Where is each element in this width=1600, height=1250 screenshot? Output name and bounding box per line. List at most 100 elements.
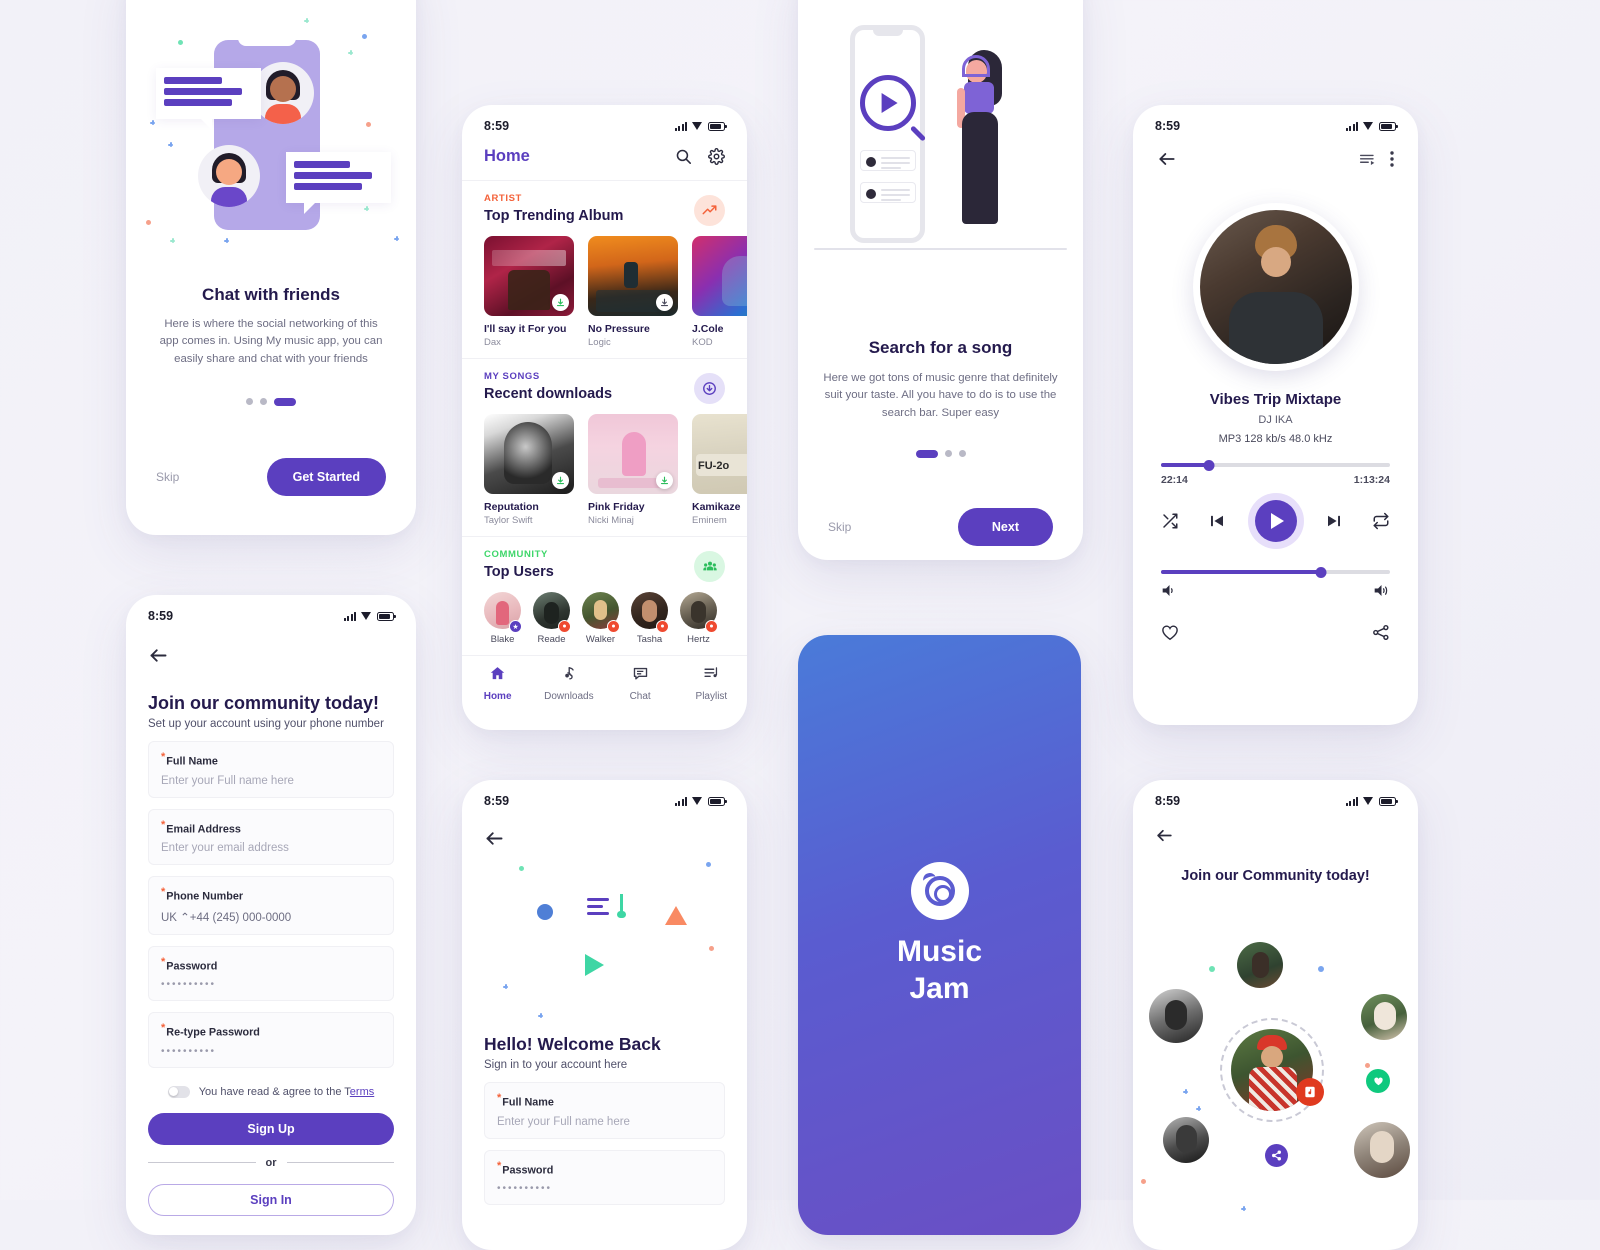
avatar[interactable] [1361,994,1407,1040]
user-name: Walker [585,634,616,645]
user-item[interactable]: ● Walker [582,592,620,645]
shuffle-icon[interactable] [1161,512,1179,530]
album-card[interactable]: I'll say it For you Dax [484,236,574,348]
album-card[interactable]: FU-2o Kamikaze Eminem [692,414,747,526]
tab-chat[interactable]: Chat [605,665,676,702]
heart-badge-icon[interactable] [1366,1069,1390,1093]
next-track-icon[interactable] [1325,512,1343,530]
avatar[interactable] [1354,1122,1410,1178]
download-icon[interactable] [552,472,569,489]
more-vertical-icon[interactable] [1390,151,1394,167]
status-icons [343,611,396,621]
get-started-button[interactable]: Get Started [266,457,386,496]
avatar[interactable] [1163,1117,1209,1163]
download-cloud-icon[interactable] [694,373,725,404]
password-field[interactable]: *Password •••••••••• [484,1149,725,1206]
user-item[interactable]: ● Hertz [680,592,718,645]
full-name-input[interactable]: Enter your Full name here [497,1116,712,1128]
user-item[interactable]: ★ Blake [484,592,522,645]
user-item[interactable]: ● Tasha [631,592,669,645]
user-item[interactable]: ● Reade [533,592,571,645]
back-arrow-icon[interactable] [1157,149,1177,169]
previous-track-icon[interactable] [1208,512,1226,530]
play-button[interactable] [1254,500,1297,542]
email-input[interactable]: Enter your email address [161,842,381,854]
album-artwork[interactable]: FU-2o [692,414,747,494]
heart-icon[interactable] [1161,624,1179,641]
gear-icon[interactable] [708,148,725,165]
album-card[interactable]: Pink Friday Nicki Minaj [588,414,678,526]
decor-sparkle [1183,1089,1188,1094]
field-label: *Full Name [161,751,218,768]
album-artwork[interactable] [588,414,678,494]
phone-input[interactable]: UK ⌃+44 (245) 000-0000 [161,910,381,924]
avatar[interactable] [1149,989,1203,1043]
back-arrow-icon[interactable] [484,828,505,849]
page-dot-1[interactable] [246,398,253,406]
tab-home[interactable]: Home [462,665,533,702]
password-input[interactable]: •••••••••• [497,1183,712,1194]
volume-low-icon[interactable] [1161,583,1178,598]
terms-toggle[interactable] [167,1085,190,1098]
back-arrow-icon[interactable] [148,645,169,666]
skip-button[interactable]: Skip [828,520,851,534]
chat-bubble-left [156,68,261,130]
next-button[interactable]: Next [957,507,1053,546]
top-user-list: ★ Blake ● Reade ● Walker ● Tasha ● Hertz [484,592,725,645]
progress-knob[interactable] [1203,459,1215,471]
share-badge-icon[interactable] [1265,1144,1288,1167]
avatar[interactable] [1237,942,1283,988]
brand-name: Music Jam [896,935,983,1005]
full-name-input[interactable]: Enter your Full name here [161,775,381,787]
page-dot-2[interactable] [260,398,267,406]
album-artwork[interactable] [484,236,574,316]
pagination-dots[interactable] [798,449,1083,458]
album-card[interactable]: No Pressure Logic [588,236,678,348]
album-artwork[interactable] [588,236,678,316]
album-card[interactable]: Reputation Taylor Swift [484,414,574,526]
volume-knob[interactable] [1315,566,1327,578]
avatar-face [216,159,242,185]
full-name-field[interactable]: *Full Name Enter your Full name here [484,1082,725,1139]
queue-list-icon[interactable] [1359,152,1376,167]
repeat-icon[interactable] [1372,512,1390,530]
decor-dot [146,220,151,225]
page-dot-1[interactable] [915,449,938,458]
status-bar: 8:59 [462,105,747,137]
back-arrow-icon[interactable] [1155,826,1174,845]
album-artwork[interactable] [692,236,747,316]
download-icon[interactable] [552,294,569,311]
tab-playlist[interactable]: Playlist [676,665,747,702]
phone-field[interactable]: *Phone Number UK ⌃+44 (245) 000-0000 [148,876,394,935]
tab-downloads[interactable]: Downloads [533,665,604,702]
music-note-badge-icon[interactable] [1296,1078,1324,1106]
full-name-field[interactable]: *Full Name Enter your Full name here [148,741,394,798]
volume-slider[interactable] [1161,566,1390,578]
password-input[interactable]: •••••••••• [161,979,381,990]
pagination-dots[interactable] [126,397,416,406]
page-dot-3[interactable] [958,450,966,458]
player-controls [1161,500,1390,542]
share-icon[interactable] [1372,624,1390,641]
search-icon[interactable] [675,148,692,165]
download-icon[interactable] [656,472,673,489]
people-group-icon[interactable] [694,551,725,582]
decor-dot [1209,966,1215,972]
retype-password-input[interactable]: •••••••••• [161,1046,381,1057]
album-artwork[interactable] [484,414,574,494]
album-card[interactable]: J.Cole KOD [692,236,747,348]
email-field[interactable]: *Email Address Enter your email address [148,808,394,866]
progress-slider[interactable] [1161,459,1390,471]
album-name: Pink Friday [588,501,645,513]
page-dot-3[interactable] [274,397,296,406]
skip-button[interactable]: Skip [156,470,179,484]
password-field[interactable]: *Password •••••••••• [148,945,394,1002]
sign-up-button[interactable]: Sign Up [148,1112,394,1145]
page-dot-2[interactable] [944,450,952,458]
trending-up-icon[interactable] [694,195,725,226]
terms-link[interactable]: erms [350,1086,374,1098]
download-icon[interactable] [656,294,673,311]
volume-high-icon[interactable] [1373,583,1390,598]
decor-sparkle [364,206,369,211]
retype-password-field[interactable]: *Re-type Password •••••••••• [148,1012,394,1068]
